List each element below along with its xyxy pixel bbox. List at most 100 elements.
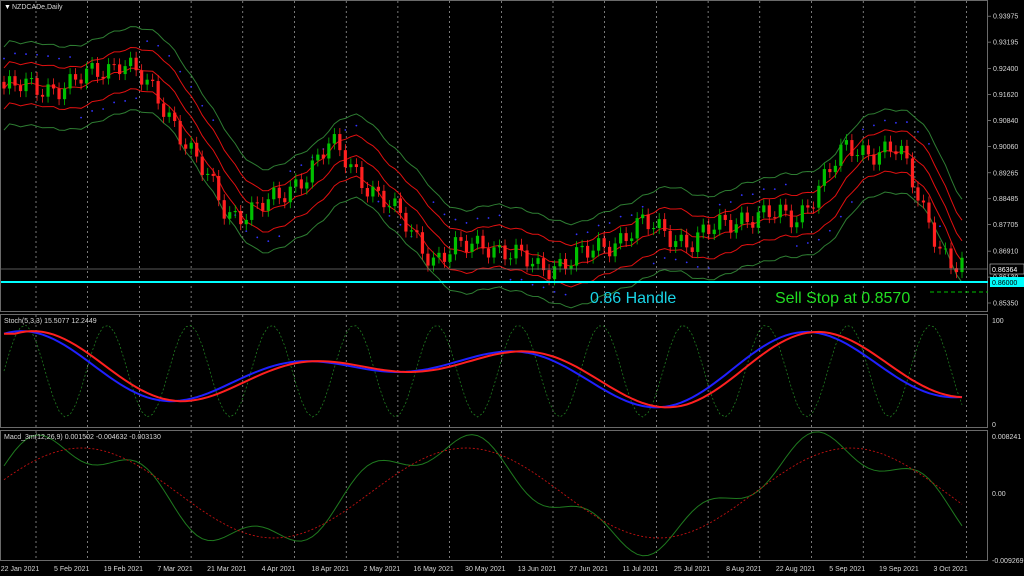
bearish-candle	[35, 78, 39, 95]
bearish-candle	[927, 202, 931, 223]
time-tick-label: 22 Jan 2021	[1, 566, 40, 573]
parabolic-sar-dot	[69, 56, 71, 58]
bearish-candle	[354, 164, 358, 168]
bearish-candle	[195, 142, 199, 157]
bearish-candle	[806, 205, 810, 208]
parabolic-sar-dot	[432, 201, 435, 204]
bearish-candle	[277, 187, 281, 199]
bearish-candle	[464, 240, 469, 252]
bullish-candle	[349, 164, 353, 168]
bearish-candle	[151, 79, 155, 82]
bullish-candle	[657, 219, 661, 229]
bearish-candle	[646, 214, 650, 230]
bullish-candle	[371, 186, 375, 197]
bullish-candle	[899, 145, 904, 155]
bullish-candle	[833, 165, 837, 173]
parabolic-sar-dot	[201, 104, 204, 107]
bullish-candle	[696, 232, 700, 252]
bullish-candle	[597, 238, 601, 251]
time-tick-label: 8 Aug 2021	[726, 566, 762, 573]
bearish-candle	[343, 150, 347, 168]
trading-chart[interactable]: ▼ NZDCADe,Daily 0.86 Handle Sell Stop at…	[0, 0, 1024, 576]
parabolic-sar-dot	[795, 245, 798, 247]
time-tick-label: 16 May 2021	[413, 566, 454, 573]
bearish-candle	[690, 247, 694, 252]
bullish-candle	[266, 199, 270, 211]
parabolic-sar-dot	[113, 101, 116, 104]
bullish-candle	[332, 134, 336, 144]
price-tick-label: 0.93195	[993, 40, 1018, 47]
bullish-candle	[508, 258, 513, 260]
bearish-candle	[767, 205, 771, 218]
bearish-candle	[707, 224, 711, 235]
bullish-candle	[839, 144, 843, 166]
bearish-candle	[949, 248, 953, 269]
bullish-candle	[29, 78, 34, 80]
bearish-candle	[299, 179, 303, 189]
bullish-candle	[288, 186, 292, 203]
bearish-candle	[519, 244, 524, 251]
bearish-candle	[586, 245, 590, 258]
bullish-candle	[68, 74, 72, 89]
parabolic-sar-dot	[146, 40, 149, 43]
bullish-candle	[470, 243, 474, 252]
stochastic-title: Stoch(5,3,3) 15.5077 12.2449	[4, 318, 97, 325]
parabolic-sar-dot	[168, 54, 171, 57]
bullish-candle	[393, 198, 397, 207]
parabolic-sar-dot	[278, 235, 281, 238]
parabolic-sar-dot	[652, 262, 655, 265]
bearish-candle	[563, 258, 568, 269]
macd-panel[interactable]	[0, 430, 988, 561]
bearish-candle	[376, 186, 380, 191]
bullish-candle	[206, 173, 210, 176]
price-tick-label: 0.90060	[993, 144, 1018, 151]
bullish-candle	[718, 214, 722, 230]
parabolic-sar-dot	[256, 236, 259, 239]
bullish-candle	[861, 145, 865, 156]
bullish-candle	[795, 222, 799, 228]
parabolic-sar-dot	[906, 121, 908, 123]
bearish-candle	[57, 88, 61, 100]
bearish-candle	[685, 234, 689, 248]
time-tick-label: 19 Sep 2021	[879, 566, 919, 573]
parabolic-sar-dot	[36, 53, 38, 56]
bearish-candle	[338, 134, 342, 151]
parabolic-sar-dot	[740, 194, 743, 196]
bullish-candle	[619, 233, 623, 244]
parabolic-sar-dot	[179, 70, 182, 73]
bearish-candle	[910, 158, 915, 188]
bearish-candle	[156, 81, 160, 104]
macd-scale-bottom: -0.009269	[992, 558, 1024, 565]
bearish-candle	[442, 252, 447, 262]
bearish-candle	[872, 154, 876, 165]
bullish-candle	[145, 79, 149, 85]
bullish-candle	[310, 160, 314, 183]
parabolic-sar-dot	[928, 142, 930, 145]
bullish-candle	[883, 141, 887, 153]
parabolic-sar-dot	[388, 215, 391, 217]
chart-menu-triangle-icon[interactable]: ▼	[4, 4, 11, 11]
bearish-candle	[162, 103, 166, 117]
bullish-candle	[448, 254, 452, 262]
bearish-candle	[360, 167, 364, 189]
parabolic-sar-dot	[586, 231, 589, 234]
time-tick-label: 3 Oct 2021	[933, 566, 967, 573]
bullish-candle	[492, 247, 496, 258]
bullish-candle	[756, 212, 760, 228]
bearish-candle	[602, 238, 606, 247]
macd-title: Macd_3m(12,26,9) 0.001502 -0.004632 -0.0…	[4, 434, 161, 441]
bearish-candle	[255, 202, 259, 204]
parabolic-sar-dot	[487, 217, 490, 219]
bearish-candle	[745, 212, 749, 223]
bullish-candle	[244, 219, 248, 225]
bearish-candle	[663, 219, 667, 231]
parabolic-sar-dot	[850, 201, 853, 203]
stochastic-panel[interactable]	[0, 314, 988, 428]
bullish-candle	[712, 229, 716, 235]
bearish-candle	[624, 233, 628, 242]
bullish-candle	[167, 112, 171, 117]
bearish-candle	[751, 222, 755, 228]
price-tick-label: 0.93975	[993, 14, 1018, 21]
parabolic-sar-dot	[685, 261, 688, 264]
bearish-candle	[365, 188, 369, 197]
